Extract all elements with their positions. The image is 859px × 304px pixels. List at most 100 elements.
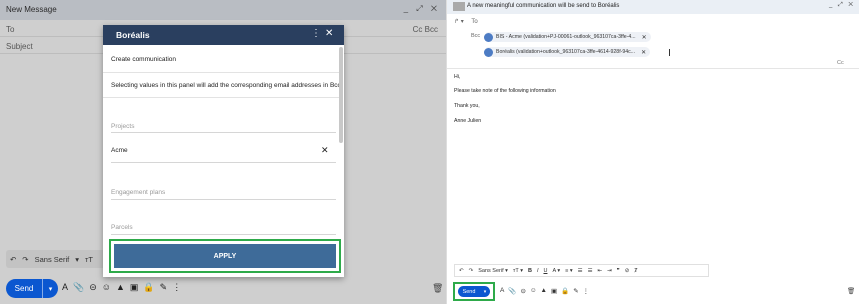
projects-field-label[interactable]: Projects [111,123,134,130]
chevron-down-icon[interactable]: ▾ [75,255,79,264]
font-select[interactable]: Sans Serif [35,255,70,264]
send-label[interactable]: Send [6,284,42,293]
left-send-button[interactable]: Send ▾ [6,279,58,298]
chevron-down-icon[interactable]: ▾ [43,285,58,293]
body-line[interactable]: Thank you, [454,103,480,109]
pen-icon[interactable]: ✎ [573,287,578,295]
more-options-icon[interactable]: ⋮ [311,28,321,39]
bcc-chip-text: BIS - Acme (validation+PJ-00061-outlook_… [496,34,636,40]
panel-description: Selecting values in this panel will add … [111,82,343,89]
right-compose-header: A new meaningful communication will be s… [447,0,859,14]
right-compose-title: A new meaningful communication will be s… [467,3,620,9]
reply-to-row: ↱ ▾ To [454,18,478,25]
attach-icon[interactable]: 📎 [508,287,516,295]
bold-icon[interactable]: B [528,268,532,274]
text-cursor [669,49,670,56]
right-window-controls[interactable]: _ ⤢ ✕ [829,2,855,9]
divider [447,68,859,69]
text-color-icon[interactable]: A ▾ [552,268,560,274]
left-window-controls[interactable]: _ ⤢ ✕ [404,4,440,14]
remove-project-icon[interactable]: ✕ [321,145,329,156]
left-compose-header: New Message _ ⤢ ✕ [0,0,446,20]
photo-icon[interactable]: ▣ [551,287,557,295]
field-underline [111,162,336,163]
more-options-icon[interactable]: ⋮ [172,282,181,293]
format-text-icon[interactable]: A [62,282,68,293]
undo-icon[interactable]: ↶ [459,268,464,274]
send-label[interactable]: Send [458,289,480,295]
right-compose-window: A new meaningful communication will be s… [446,0,859,304]
apply-button[interactable]: APPLY [114,244,336,268]
avatar [484,32,493,42]
emoji-icon[interactable]: ☺ [530,287,537,295]
font-size-icon[interactable]: тT ▾ [513,268,523,274]
bulleted-list-icon[interactable]: ☰ [588,268,593,274]
body-line[interactable]: Please take note of the following inform… [454,88,556,94]
drive-icon[interactable]: ▲ [541,287,547,295]
to-label[interactable]: To [471,19,477,25]
left-to-label[interactable]: To [6,25,14,34]
body-line[interactable]: Anne Julien [454,118,481,124]
panel-header: Boréalis ⋮ ✕ [103,25,344,45]
redo-icon[interactable]: ↷ [469,268,474,274]
format-text-icon[interactable]: A [500,287,504,295]
undo-icon[interactable]: ↶ [10,255,16,264]
right-compose-tools: A 📎 ⊝ ☺ ▲ ▣ 🔒 ✎ ⋮ [500,287,589,295]
photo-icon[interactable]: ▣ [130,282,139,293]
indent-less-icon[interactable]: ⇤ [598,268,603,274]
left-compose-title: New Message [6,5,57,14]
close-icon[interactable]: ✕ [325,28,333,39]
align-icon[interactable]: ≡ ▾ [565,268,573,274]
panel-title: Boréalis [116,30,150,40]
engagement-plans-field[interactable]: Engagement plans [111,189,165,196]
pen-icon[interactable]: ✎ [160,282,168,293]
parcels-field[interactable]: Parcels [111,224,133,231]
apply-highlight-box: APPLY [109,239,341,273]
attach-icon[interactable]: 📎 [73,282,84,293]
field-underline [111,199,336,200]
reply-icon[interactable]: ↱ ▾ [454,19,464,25]
divider [103,97,339,98]
trash-icon[interactable]: 🗑 [847,287,855,295]
lock-icon[interactable]: 🔒 [561,287,569,295]
italic-icon[interactable]: I [537,268,539,274]
clear-format-icon[interactable]: Ⱦ [634,268,637,274]
numbered-list-icon[interactable]: ☰ [578,268,583,274]
right-format-bar: ↶ ↷ Sans Serif ▾ тT ▾ B I U A ▾ ≡ ▾ ☰ ☰ … [454,264,709,277]
panel-heading: Create communication [111,56,177,63]
close-icon[interactable]: ✕ [642,34,647,41]
lock-icon[interactable]: 🔒 [143,282,154,293]
bcc-chip-text: Boréalis (validation+outlook_963107ca-3f… [496,49,636,55]
close-icon[interactable]: ✕ [641,49,646,56]
bcc-chip[interactable]: Boréalis (validation+outlook_963107ca-3f… [484,47,651,57]
right-send-button[interactable]: Send ▾ [458,286,490,297]
left-subject-input[interactable]: Subject [6,42,33,51]
drive-icon[interactable]: ▲ [116,282,125,293]
link-icon[interactable]: ⊝ [520,287,525,295]
panel-scrollbar[interactable] [339,47,343,143]
trash-icon[interactable]: 🗑 [432,283,443,294]
bcc-chip[interactable]: BIS - Acme (validation+PJ-00061-outlook_… [484,32,651,42]
bcc-label: Bcc [471,33,481,39]
quote-icon[interactable]: ❞ [617,268,620,274]
field-underline [111,234,336,235]
font-size-icon[interactable]: тT [85,255,93,264]
app-root: New Message _ ⤢ ✕ To Cc Bcc Subject ↶ ↷ … [0,0,859,304]
field-underline [111,132,336,133]
more-options-icon[interactable]: ⋮ [583,287,590,295]
cc-link[interactable]: Cc [837,60,844,66]
borealis-panel: Boréalis ⋮ ✕ Create communication Select… [103,25,344,277]
emoji-icon[interactable]: ☺ [102,282,111,293]
font-select[interactable]: Sans Serif ▾ [478,268,508,274]
left-cc-bcc-link[interactable]: Cc Bcc [413,25,438,34]
link-icon[interactable]: ⊝ [89,282,97,293]
avatar [453,2,465,11]
underline-icon[interactable]: U [543,268,547,274]
send-highlight-box: Send ▾ [453,282,495,301]
indent-more-icon[interactable]: ⇥ [607,268,612,274]
body-line[interactable]: Hi, [454,74,460,80]
strikethrough-icon[interactable]: ⊘ [625,268,630,274]
redo-icon[interactable]: ↷ [22,255,28,264]
chevron-down-icon[interactable]: ▾ [480,289,490,295]
left-compose-tools: A 📎 ⊝ ☺ ▲ ▣ 🔒 ✎ ⋮ [62,282,181,293]
